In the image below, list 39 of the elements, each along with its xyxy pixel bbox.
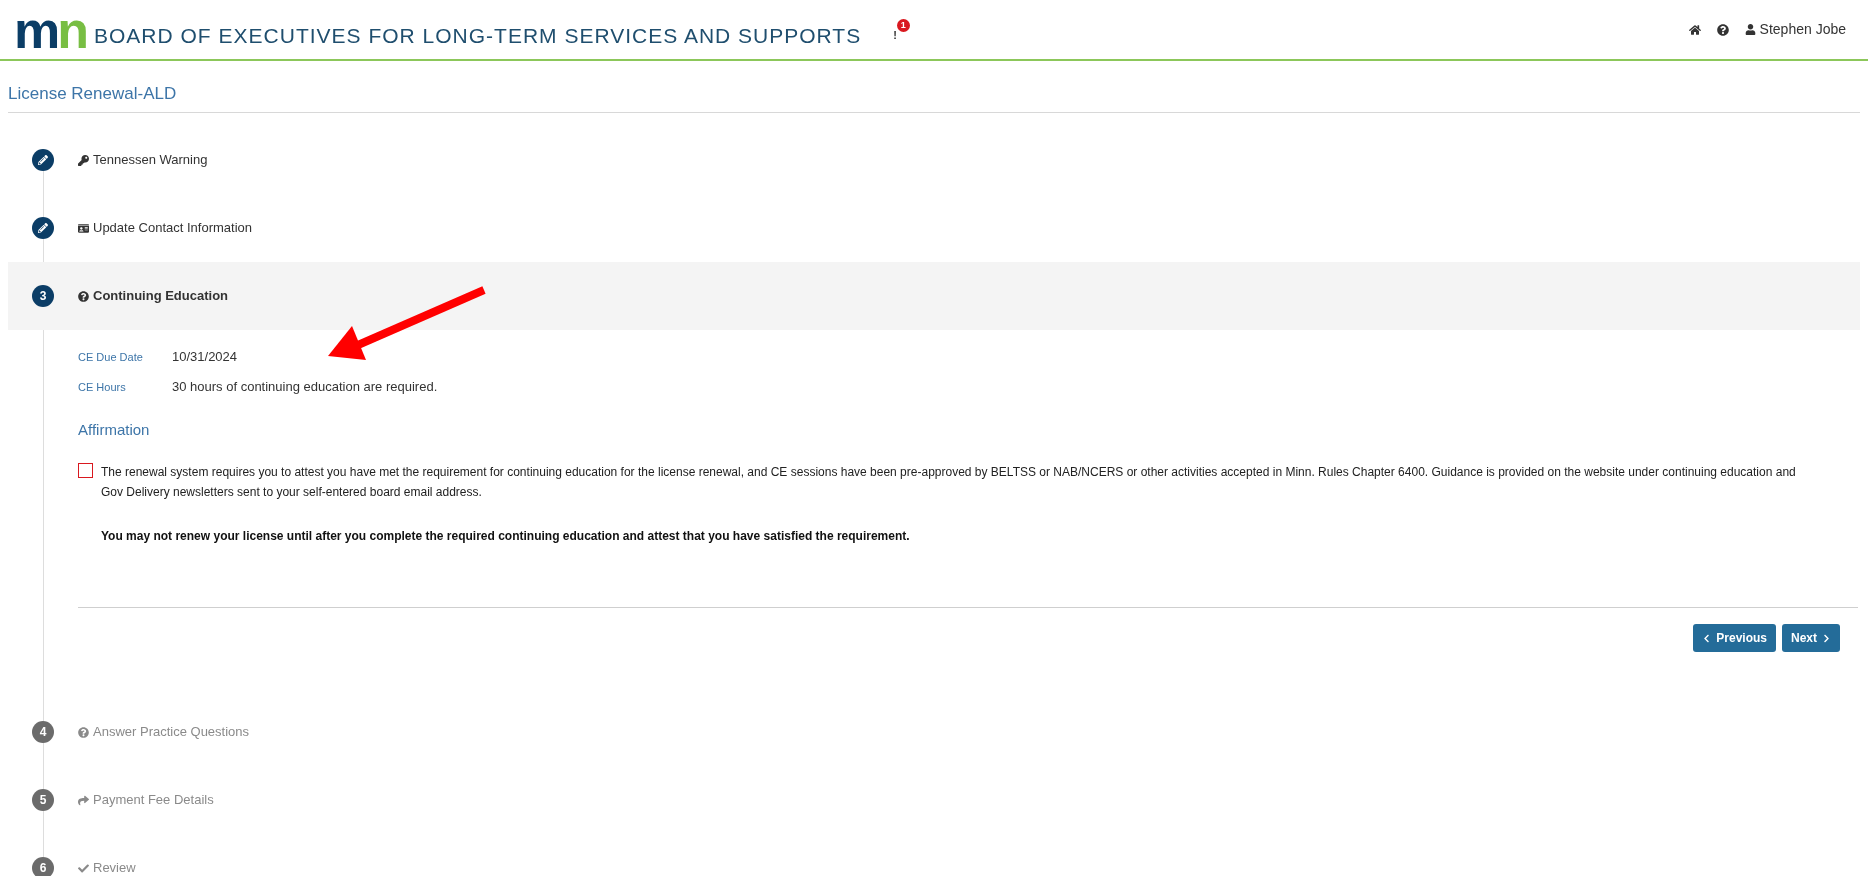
step-label[interactable]: Tennessen Warning [93, 150, 208, 170]
share-arrow-icon [78, 794, 89, 806]
chevron-left-icon [1702, 633, 1712, 643]
logo[interactable]: mn [14, 3, 86, 56]
step-label[interactable]: Update Contact Information [93, 218, 252, 238]
step-number[interactable]: 3 [32, 285, 54, 307]
pencil-step-icon[interactable] [32, 149, 54, 171]
section-heading: Affirmation [78, 421, 150, 438]
step-number[interactable]: 6 [32, 857, 54, 876]
user-icon [1744, 24, 1756, 35]
affirmation-checkbox[interactable] [78, 463, 93, 478]
check-icon [78, 862, 89, 874]
help-icon [78, 290, 89, 302]
step-label[interactable]: Answer Practice Questions [93, 722, 250, 742]
key-icon [78, 154, 89, 166]
field-label: CE Hours [78, 379, 127, 395]
alert-mark[interactable]: ! [893, 27, 897, 44]
field-label: CE Due Date [78, 349, 144, 365]
home-icon[interactable] [1688, 23, 1701, 36]
step-number[interactable]: 5 [32, 789, 54, 811]
help-icon[interactable] [1716, 23, 1729, 36]
site-title: BOARD OF EXECUTIVES FOR LONG-TERM SERVICES AND SUPPORTS [94, 22, 862, 49]
next-button[interactable]: Next [1782, 624, 1840, 652]
help-icon [78, 726, 89, 738]
previous-button[interactable]: Previous [1693, 624, 1776, 652]
step-label[interactable]: Payment Fee Details [93, 790, 214, 810]
field-value: 30 hours of continuing education are required. [172, 378, 438, 397]
field-value: 10/31/2024 [172, 348, 238, 367]
warning-text: You may not renew your license until after you complete the required continuing education and attest that you have satisfied the requirement. [101, 528, 911, 545]
page-title: License Renewal-ALD [8, 82, 177, 105]
chevron-right-icon [1822, 633, 1831, 643]
user-name[interactable]: Stephen Jobe [1759, 19, 1846, 40]
id-card-icon [78, 222, 89, 234]
pencil-step-icon[interactable] [32, 217, 54, 239]
step-number[interactable]: 4 [32, 721, 54, 743]
affirmation-text: The renewal system requires you to attest you have met the requirement for continuing education for the license renewal, and CE sessions have been pre-approved by BELTSS or NAB/NCERS or other activities accepted in Minn. Rules Chapter 6400. Guidance is provided on the website under continuing education and Gov Delivery newsletters sent to your self-entered board email address. [101, 464, 1797, 501]
step-label[interactable]: Continuing Education [93, 286, 229, 306]
notification-badge: 1 [896, 19, 910, 33]
step-label[interactable]: Review [93, 858, 136, 876]
